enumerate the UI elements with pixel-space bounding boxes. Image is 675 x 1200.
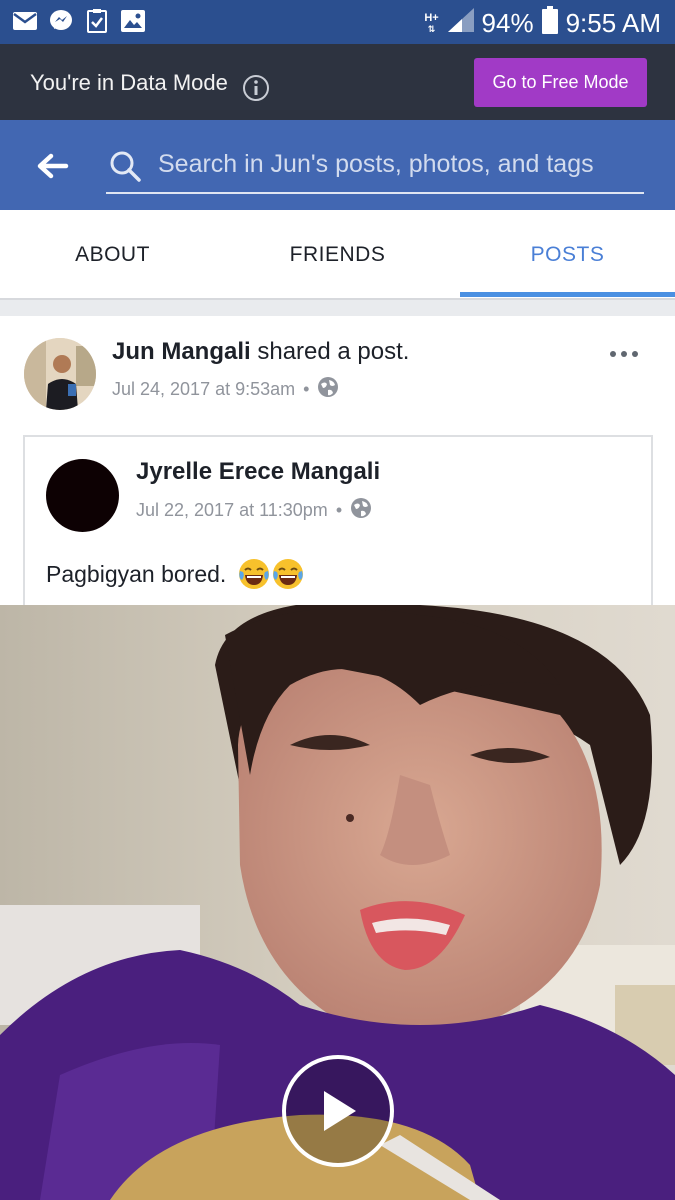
post-message: Pagbigyan bored. <box>46 560 227 587</box>
post-header: Jun Mangali shared a post. <box>112 338 409 366</box>
info-icon[interactable] <box>242 74 270 107</box>
post-meta: Jul 24, 2017 at 9:53am • <box>112 376 339 403</box>
search-input[interactable]: Search in Jun's posts, photos, and tags <box>158 150 594 179</box>
notification-icons <box>12 8 146 34</box>
active-tab-indicator <box>460 292 675 297</box>
signal-icon <box>447 8 474 39</box>
mail-icon <box>12 8 38 34</box>
globe-icon <box>317 376 339 403</box>
search-icon <box>108 149 142 188</box>
battery-icon <box>541 6 558 41</box>
shared-avatar[interactable] <box>46 459 119 532</box>
data-mode-message: You're in Data Mode <box>30 70 228 95</box>
status-bar: H+ ⇅ 94% 9:55 AM <box>0 0 675 44</box>
gallery-icon <box>120 8 146 34</box>
play-icon[interactable] <box>282 1055 394 1167</box>
post-action: shared a post. <box>257 338 410 365</box>
messenger-icon <box>48 8 74 34</box>
clock: 9:55 AM <box>565 8 661 38</box>
network-indicator: H+ ⇅ <box>424 11 439 34</box>
meta-separator: • <box>303 379 310 399</box>
back-arrow-icon[interactable] <box>34 148 70 184</box>
more-options-icon[interactable] <box>604 344 644 364</box>
shared-timestamp[interactable]: Jul 22, 2017 at 11:30pm <box>136 500 328 521</box>
tab-posts[interactable]: POSTS <box>455 210 675 300</box>
shared-post-text: Pagbigyan bored. <box>46 558 304 590</box>
meta-separator: • <box>335 500 343 520</box>
tab-about[interactable]: ABOUT <box>0 210 225 300</box>
battery-percent: 94% <box>481 8 534 38</box>
laughing-emoji-icon <box>239 559 270 589</box>
shared-meta: Jul 22, 2017 at 11:30pm • <box>136 497 372 524</box>
avatar[interactable] <box>24 338 96 410</box>
go-to-free-mode-button[interactable]: Go to Free Mode <box>474 58 647 107</box>
laughing-emoji-icon <box>273 559 304 589</box>
tab-friends[interactable]: FRIENDS <box>225 210 450 300</box>
shared-author[interactable]: Jyrelle Erece Mangali <box>136 458 380 486</box>
post-author[interactable]: Jun Mangali <box>112 338 251 365</box>
checklist-icon <box>84 8 110 34</box>
profile-tabs: ABOUT FRIENDS POSTS <box>0 210 675 300</box>
system-status: H+ ⇅ 94% 9:55 AM <box>424 6 661 41</box>
globe-icon <box>350 497 372 524</box>
post-timestamp[interactable]: Jul 24, 2017 at 9:53am <box>112 379 295 400</box>
